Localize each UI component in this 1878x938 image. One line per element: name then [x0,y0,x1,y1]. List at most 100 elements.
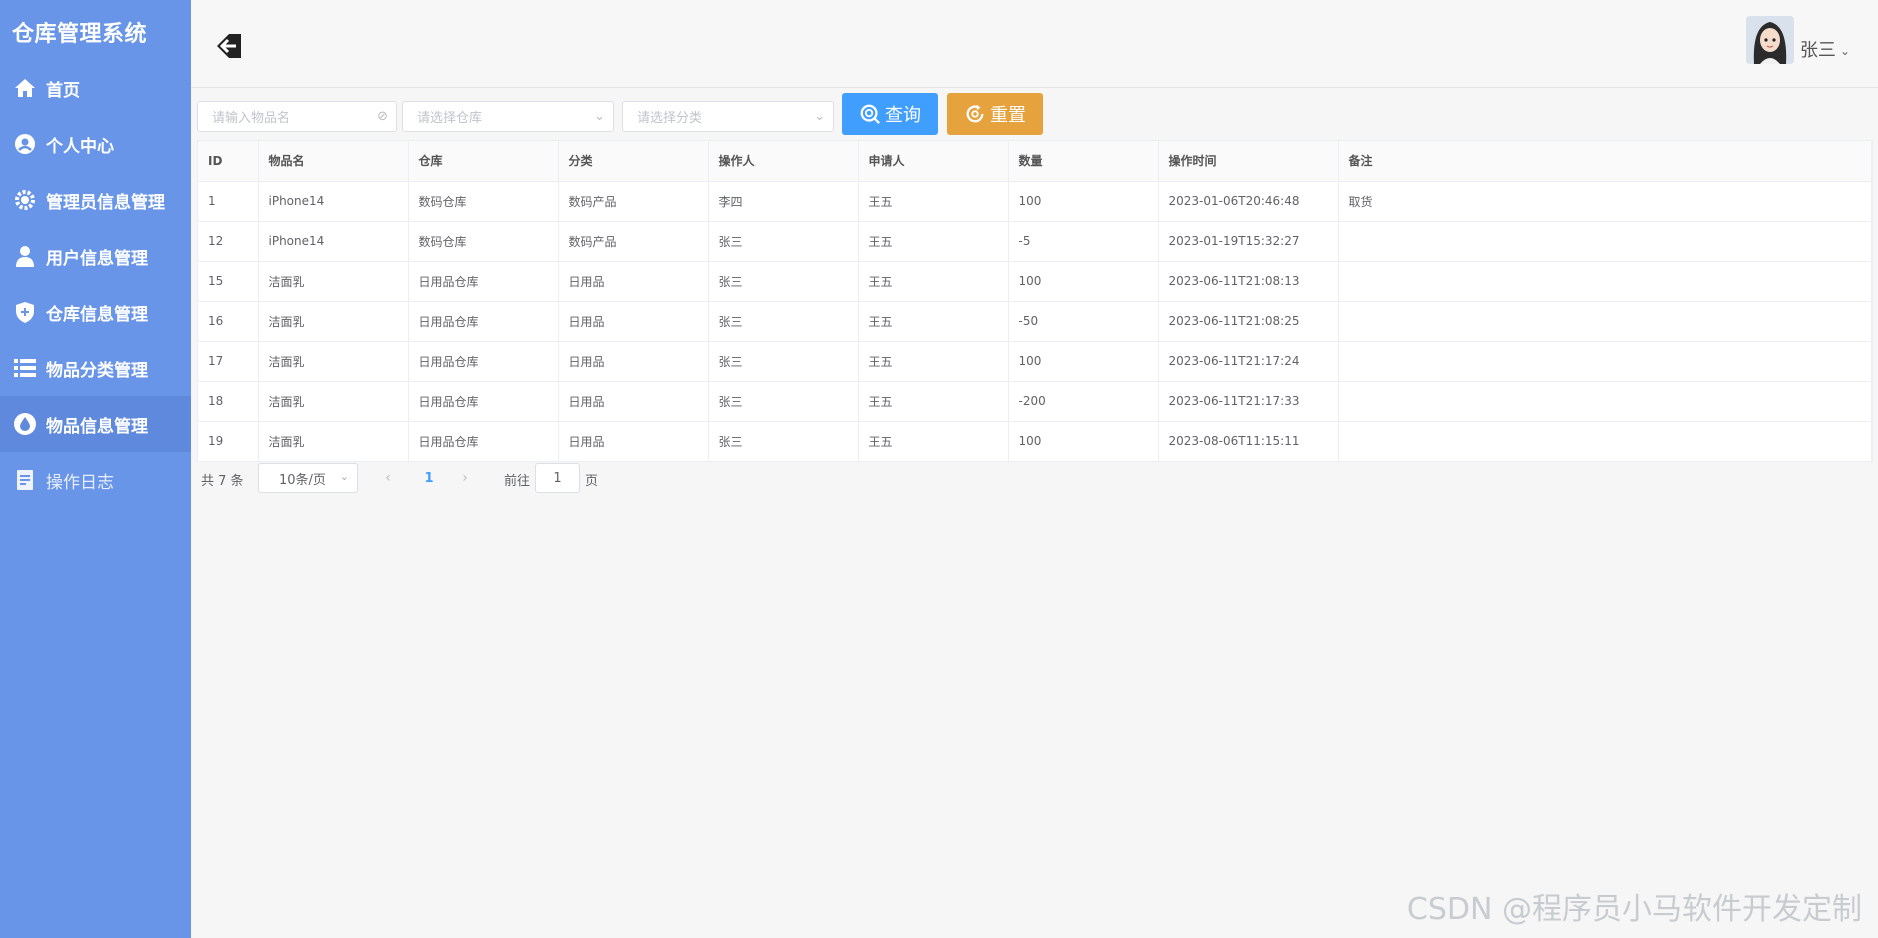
table-cell: 洁面乳 [258,261,409,302]
table-cell: 日用品 [558,341,709,382]
column-header[interactable]: 仓库 [408,141,559,182]
next-page-button[interactable]: › [450,463,480,493]
sidebar-item-label: 管理员信息管理 [46,192,165,213]
table-cell: 日用品 [558,381,709,422]
table-cell: 王五 [858,341,1009,382]
avatar[interactable] [1745,16,1794,64]
sidebar-item-label: 物品信息管理 [46,416,148,437]
table-cell: 100 [1008,421,1159,461]
column-header[interactable]: 分类 [558,141,709,182]
user-circle-icon [12,131,38,157]
chevron-down-icon: ⌄ [594,109,605,124]
table-cell: 2023-06-11T21:08:25 [1158,301,1339,342]
table-cell: 张三 [708,421,859,461]
sidebar-item-items[interactable]: 物品信息管理 [0,396,191,452]
gear-icon [12,187,38,213]
query-button[interactable]: 查询 [842,93,938,135]
table-row[interactable]: 19 洁面乳 日用品仓库 日用品 张三 王五 100 2023-08-06T11… [198,421,1872,461]
chevron-down-icon: ⌄ [814,109,825,124]
page-number-current[interactable]: 1 [414,463,444,493]
app-title: 仓库管理系统 [12,22,148,47]
data-table: ID 物品名 仓库 分类 操作人 申请人 数量 操作时间 备注 1 iPhone… [197,140,1873,462]
table-cell: 取货 [1338,181,1872,222]
table-cell: 2023-06-11T21:17:24 [1158,341,1339,382]
sidebar-item-warehouse[interactable]: 仓库信息管理 [0,284,191,340]
sidebar-item-users[interactable]: 用户信息管理 [0,228,191,284]
shield-icon [12,299,38,325]
table-cell [1338,421,1872,461]
page-size-select[interactable]: 10条/页 ⌄ [258,463,358,493]
table-cell: 日用品仓库 [408,421,559,461]
table-cell: 18 [198,381,259,422]
item-name-placeholder: 请输入物品名 [212,111,291,126]
table-row[interactable]: 15 洁面乳 日用品仓库 日用品 张三 王五 100 2023-06-11T21… [198,261,1872,302]
user-menu[interactable]: 张三 ⌄ [1745,16,1850,64]
table-cell: 19 [198,421,259,461]
table-header-row: ID 物品名 仓库 分类 操作人 申请人 数量 操作时间 备注 [198,141,1872,182]
table-cell: 日用品仓库 [408,381,559,422]
table-cell: 2023-06-11T21:08:13 [1158,261,1339,302]
table-row[interactable]: 16 洁面乳 日用品仓库 日用品 张三 王五 -50 2023-06-11T21… [198,301,1872,342]
table-cell [1338,301,1872,342]
item-name-search-input[interactable]: 请输入物品名 ⊘ [197,101,397,132]
document-icon [12,467,38,493]
watermark: CSDN @程序员小马软件开发定制 [1406,892,1862,927]
table-cell: 王五 [858,181,1009,222]
table-row[interactable]: 1 iPhone14 数码仓库 数码产品 李四 王五 100 2023-01-0… [198,181,1872,222]
table-cell: 15 [198,261,259,302]
table-cell: 日用品 [558,301,709,342]
page-size-value: 10条/页 [279,472,326,488]
sidebar-item-label: 首页 [46,80,80,101]
sidebar-item-admin[interactable]: 管理员信息管理 [0,172,191,228]
goto-page-input[interactable]: 1 [535,463,580,493]
back-arrow-icon[interactable] [211,28,247,64]
chevron-down-icon[interactable]: ⌄ [1840,44,1850,58]
prev-page-button[interactable]: ‹ [373,463,403,493]
column-header[interactable]: ID [198,141,259,182]
table-cell: 12 [198,221,259,262]
table-cell: -5 [1008,221,1159,262]
user-name[interactable]: 张三 [1800,36,1836,62]
table-cell: iPhone14 [258,221,409,262]
table-cell: 日用品 [558,261,709,302]
sidebar-item-home[interactable]: 首页 [0,60,191,116]
column-header[interactable]: 操作人 [708,141,859,182]
table-cell: 洁面乳 [258,341,409,382]
column-header[interactable]: 数量 [1008,141,1159,182]
reset-button-label: 重置 [990,105,1026,126]
warehouse-select[interactable]: 请选择仓库 ⌄ [402,101,614,132]
table-cell: 李四 [708,181,859,222]
column-header[interactable]: 物品名 [258,141,409,182]
sidebar-item-label: 仓库信息管理 [46,304,148,325]
column-header[interactable]: 申请人 [858,141,1009,182]
category-placeholder: 请选择分类 [637,111,703,126]
refresh-icon [966,104,984,123]
sidebar-item-label: 个人中心 [46,136,114,157]
sidebar-item-profile[interactable]: 个人中心 [0,116,191,172]
reset-button[interactable]: 重置 [947,93,1043,135]
table-cell: 2023-01-06T20:46:48 [1158,181,1339,222]
table-cell: 2023-08-06T11:15:11 [1158,421,1339,461]
goto-suffix: 页 [585,474,599,489]
table-cell: iPhone14 [258,181,409,222]
search-icon [860,104,880,124]
table-cell: -200 [1008,381,1159,422]
table-cell: 王五 [858,221,1009,262]
sidebar-item-category[interactable]: 物品分类管理 [0,340,191,396]
sidebar: 仓库管理系统 首页 个人中心 管理员信息管理 用户信息管理 仓库信息管理 物品分… [0,0,191,938]
sidebar-item-label: 用户信息管理 [46,248,148,269]
clear-icon[interactable]: ⊘ [377,109,388,124]
table-row[interactable]: 17 洁面乳 日用品仓库 日用品 张三 王五 100 2023-06-11T21… [198,341,1872,382]
table-row[interactable]: 12 iPhone14 数码仓库 数码产品 张三 王五 -5 2023-01-1… [198,221,1872,262]
table-cell: 王五 [858,381,1009,422]
table-cell: 洁面乳 [258,421,409,461]
column-header[interactable]: 操作时间 [1158,141,1339,182]
column-header[interactable]: 备注 [1338,141,1872,182]
sidebar-item-log[interactable]: 操作日志 [0,452,191,508]
table-cell: 数码仓库 [408,221,559,262]
query-button-label: 查询 [885,105,921,126]
table-cell: 数码产品 [558,221,709,262]
table-row[interactable]: 18 洁面乳 日用品仓库 日用品 张三 王五 -200 2023-06-11T2… [198,381,1872,422]
table-cell: 1 [198,181,259,222]
category-select[interactable]: 请选择分类 ⌄ [622,101,834,132]
